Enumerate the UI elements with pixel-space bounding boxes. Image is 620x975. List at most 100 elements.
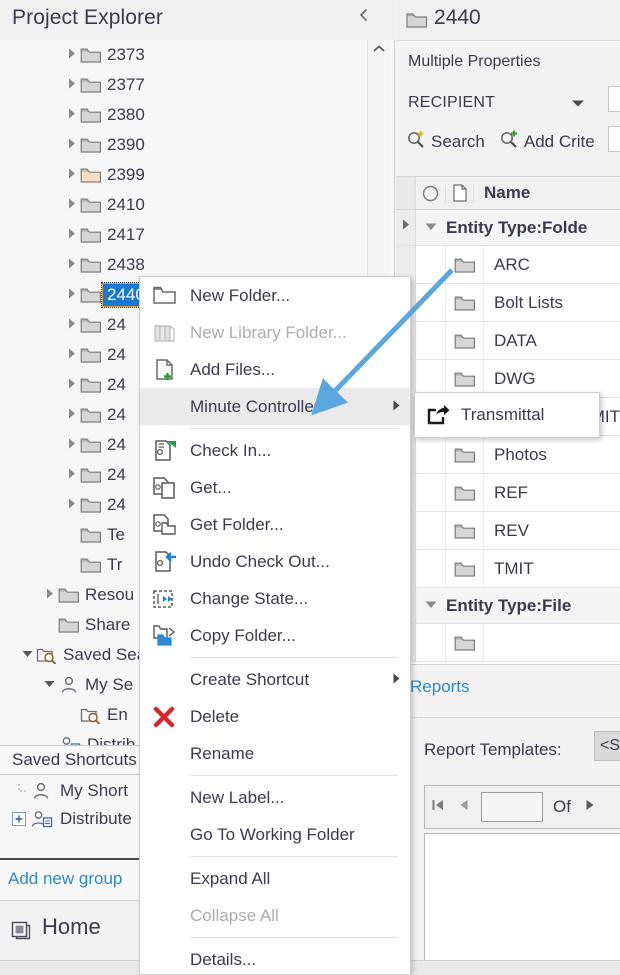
page-number-input[interactable] xyxy=(481,792,543,822)
row-name[interactable]: TMIT xyxy=(484,559,620,579)
next-page-icon[interactable] xyxy=(577,797,603,818)
tree-item-label[interactable]: 2390 xyxy=(102,135,145,155)
menu-item-rename[interactable]: Rename xyxy=(140,735,410,772)
caret-collapsed-icon[interactable] xyxy=(62,288,80,302)
tab-reports[interactable]: Reports xyxy=(410,677,470,697)
grid-group-row[interactable]: Entity Type:File xyxy=(396,588,620,624)
tree-item-label[interactable]: Tr xyxy=(102,555,122,575)
tree-item-label[interactable]: En xyxy=(102,705,128,725)
tree-item-label[interactable]: 2377 xyxy=(102,75,145,95)
table-row[interactable]: REV xyxy=(396,512,620,550)
caret-collapsed-icon[interactable] xyxy=(62,228,80,242)
row-select-cell[interactable] xyxy=(416,512,446,549)
table-row[interactable]: REF xyxy=(396,474,620,512)
report-templates-select[interactable]: <S xyxy=(594,731,620,761)
tree-item-label[interactable]: 2417 xyxy=(102,225,145,245)
menu-item-expand-all[interactable]: Expand All xyxy=(140,860,410,897)
tree-item-label[interactable]: 24 xyxy=(102,465,126,485)
menu-item-minute-controller[interactable]: Minute Controller xyxy=(140,388,410,425)
row-select-cell[interactable] xyxy=(416,284,446,321)
row-name[interactable]: REV xyxy=(484,521,620,541)
row-name[interactable]: DWG xyxy=(484,369,620,389)
tree-item-label[interactable]: 24 xyxy=(102,405,126,425)
tree-item-label[interactable]: 2373 xyxy=(102,45,145,65)
tree-item-label[interactable]: 2380 xyxy=(102,105,145,125)
row-name[interactable]: ARC xyxy=(484,255,620,275)
tree-item[interactable]: 2390 xyxy=(0,130,367,160)
caret-collapsed-icon[interactable] xyxy=(40,588,58,602)
row-select-cell[interactable] xyxy=(416,322,446,359)
circle-icon[interactable] xyxy=(416,185,446,202)
expand-plus-icon[interactable] xyxy=(8,812,30,826)
shortcut-item-label[interactable]: My Short xyxy=(56,781,128,801)
caret-collapsed-icon[interactable] xyxy=(62,378,80,392)
tree-item-label[interactable]: Te xyxy=(102,525,125,545)
chevron-down-icon[interactable] xyxy=(571,99,585,111)
tree-item-label[interactable]: 24 xyxy=(102,435,126,455)
row-select-cell[interactable] xyxy=(416,436,446,473)
tree-item-label[interactable]: Saved Sea xyxy=(58,645,146,665)
menu-item-add-files[interactable]: Add Files... xyxy=(140,351,410,388)
caret-collapsed-icon[interactable] xyxy=(62,318,80,332)
row-select-cell[interactable] xyxy=(416,624,446,661)
menu-item-details[interactable]: Details... xyxy=(140,941,410,975)
tree-item[interactable]: 2380 xyxy=(0,100,367,130)
caret-collapsed-icon[interactable] xyxy=(62,438,80,452)
tree-item-label[interactable]: 24 xyxy=(102,375,126,395)
caret-collapsed-icon[interactable] xyxy=(62,168,80,182)
table-row[interactable]: DATA xyxy=(396,322,620,360)
row-name[interactable]: REF xyxy=(484,483,620,503)
caret-collapsed-icon[interactable] xyxy=(62,198,80,212)
folder-context-menu[interactable]: New Folder...New Library Folder...Add Fi… xyxy=(139,276,411,975)
caret-collapsed-icon[interactable] xyxy=(62,48,80,62)
tree-item[interactable]: 2377 xyxy=(0,70,367,100)
row-name[interactable]: Photos xyxy=(484,445,620,465)
menu-item-delete[interactable]: Delete xyxy=(140,698,410,735)
table-row[interactable]: TMIT xyxy=(396,550,620,588)
row-name[interactable]: DATA xyxy=(484,331,620,351)
table-row[interactable]: Photos xyxy=(396,436,620,474)
caret-collapsed-icon[interactable] xyxy=(62,108,80,122)
group-collapse-icon[interactable] xyxy=(416,600,446,612)
submenu-item-transmittal[interactable]: Transmittal xyxy=(461,405,544,425)
menu-item-get[interactable]: Get... xyxy=(140,469,410,506)
caret-expanded-icon[interactable] xyxy=(18,649,36,661)
row-select-cell[interactable] xyxy=(416,550,446,587)
tree-item-label[interactable]: Resou xyxy=(80,585,134,605)
tree-item[interactable]: 2373 xyxy=(0,40,367,70)
caret-collapsed-icon[interactable] xyxy=(62,258,80,272)
tree-item[interactable]: 2410 xyxy=(0,190,367,220)
add-new-group-link[interactable]: Add new group xyxy=(8,869,122,889)
grid-group-row[interactable]: Entity Type:Folde xyxy=(396,210,620,246)
menu-item-get-folder[interactable]: Get Folder... xyxy=(140,506,410,543)
tree-item-label[interactable]: 2410 xyxy=(102,195,145,215)
tree-item-label[interactable]: 2399 xyxy=(102,165,145,185)
caret-collapsed-icon[interactable] xyxy=(62,408,80,422)
row-select-cell[interactable] xyxy=(416,474,446,511)
search-value-field-1[interactable] xyxy=(608,86,620,112)
tree-item-label[interactable]: My Se xyxy=(80,675,133,695)
caret-collapsed-icon[interactable] xyxy=(62,468,80,482)
menu-item-undo-check-out[interactable]: Undo Check Out... xyxy=(140,543,410,580)
group-expander-icon[interactable] xyxy=(396,210,416,245)
caret-collapsed-icon[interactable] xyxy=(62,348,80,362)
caret-collapsed-icon[interactable] xyxy=(62,78,80,92)
table-row[interactable] xyxy=(396,624,620,662)
tree-item-label[interactable]: 2438 xyxy=(102,255,145,275)
minute-controller-submenu[interactable]: Transmittal xyxy=(414,392,600,438)
first-page-icon[interactable] xyxy=(425,797,451,818)
menu-item-new-label[interactable]: New Label... xyxy=(140,779,410,816)
menu-item-new-folder[interactable]: New Folder... xyxy=(140,277,410,314)
caret-collapsed-icon[interactable] xyxy=(62,138,80,152)
column-header-name[interactable]: Name xyxy=(474,183,620,203)
group-collapse-icon[interactable] xyxy=(416,222,446,234)
tree-item-label[interactable]: Share xyxy=(80,615,130,635)
table-row[interactable]: ARC xyxy=(396,246,620,284)
menu-item-check-in[interactable]: Check In... xyxy=(140,432,410,469)
search-button[interactable]: Search xyxy=(406,129,485,154)
menu-item-change-state[interactable]: Change State... xyxy=(140,580,410,617)
menu-item-go-to-working-folder[interactable]: Go To Working Folder xyxy=(140,816,410,853)
caret-collapsed-icon[interactable] xyxy=(62,498,80,512)
tree-item-label[interactable]: 24 xyxy=(102,345,126,365)
criteria-combo-value[interactable]: RECIPIENT xyxy=(408,94,495,112)
